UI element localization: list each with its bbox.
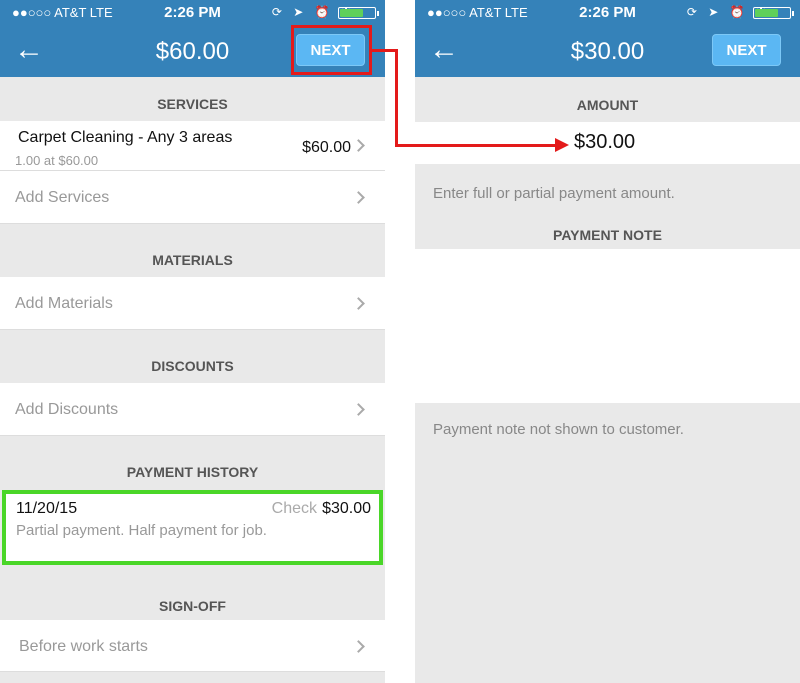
before-work-label: Before work starts [19, 638, 148, 655]
payment-method: Check [271, 500, 317, 517]
arrow-right-icon [555, 138, 569, 152]
section-title: PAYMENT HISTORY [126, 464, 259, 480]
payment-screen: ●●○○○ AT&T LTE 2:26 PM ⟳ ➤ ⏰ ✱ ← $30.00 … [415, 0, 800, 683]
add-materials-label: Add Materials [15, 295, 113, 312]
section-title: MATERIALS [152, 252, 233, 268]
annotation-line [395, 50, 398, 147]
battery-icon [753, 7, 794, 19]
add-discounts-label: Add Discounts [15, 401, 119, 418]
next-highlight-box [291, 25, 372, 75]
payment-amount: $30.00 [322, 500, 371, 517]
add-services-row[interactable]: Add Services [0, 171, 385, 224]
add-services-label: Add Services [15, 189, 110, 206]
chevron-right-icon [352, 139, 365, 152]
section-header-sign-off: SIGN-OFF [0, 587, 385, 620]
service-title: Carpet Cleaning - Any 3 areas [18, 129, 233, 146]
payment-note-hint: Payment note not shown to customer. [433, 421, 684, 438]
status-bar: ●●○○○ AT&T LTE 2:26 PM ⟳ ➤ ⏰ ✱ [415, 0, 800, 26]
section-header-materials: MATERIALS [0, 224, 385, 277]
battery-icon [338, 7, 379, 19]
amount-input[interactable]: $30.00 [415, 122, 800, 164]
section-title: SIGN-OFF [159, 598, 226, 614]
section-title: AMOUNT [576, 97, 639, 113]
section-header-payment-note: PAYMENT NOTE [553, 227, 662, 243]
chevron-right-icon [352, 403, 365, 416]
chevron-right-icon [352, 297, 365, 310]
section-header-amount: AMOUNT [415, 77, 800, 122]
section-header-services: SERVICES [0, 77, 385, 121]
section-header-discounts: DISCOUNTS [0, 330, 385, 383]
chevron-right-icon [352, 640, 365, 653]
status-bar: ●●○○○ AT&T LTE 2:26 PM ⟳ ➤ ⏰ ✱ [0, 0, 385, 26]
service-subtitle: 1.00 at $60.00 [15, 153, 99, 168]
amount-hint: Enter full or partial payment amount. [433, 185, 675, 202]
before-work-row[interactable]: Before work starts [0, 620, 385, 672]
service-row[interactable]: Carpet Cleaning - Any 3 areas 1.00 at $6… [0, 121, 385, 171]
section-title: SERVICES [157, 96, 228, 112]
nav-bar: ← $30.00 NEXT [415, 26, 800, 77]
invoice-screen: ●●○○○ AT&T LTE 2:26 PM ⟳ ➤ ⏰ ✱ ← $60.00 … [0, 0, 385, 683]
section-header-payment-history: PAYMENT HISTORY [0, 436, 385, 489]
payment-note: Partial payment. Half payment for job. [16, 522, 267, 539]
payment-history-item[interactable]: 11/20/15 Check $30.00 Partial payment. H… [2, 490, 383, 565]
next-button[interactable]: NEXT [712, 34, 781, 66]
add-discounts-row[interactable]: Add Discounts [0, 383, 385, 436]
annotation-line [395, 144, 558, 147]
section-title: DISCOUNTS [151, 358, 234, 374]
amount-value: $30.00 [574, 131, 636, 153]
payment-date: 11/20/15 [16, 500, 78, 517]
payment-note-textarea[interactable] [415, 249, 800, 403]
chevron-right-icon [352, 191, 365, 204]
service-price: $60.00 [302, 139, 351, 156]
add-materials-row[interactable]: Add Materials [0, 277, 385, 330]
